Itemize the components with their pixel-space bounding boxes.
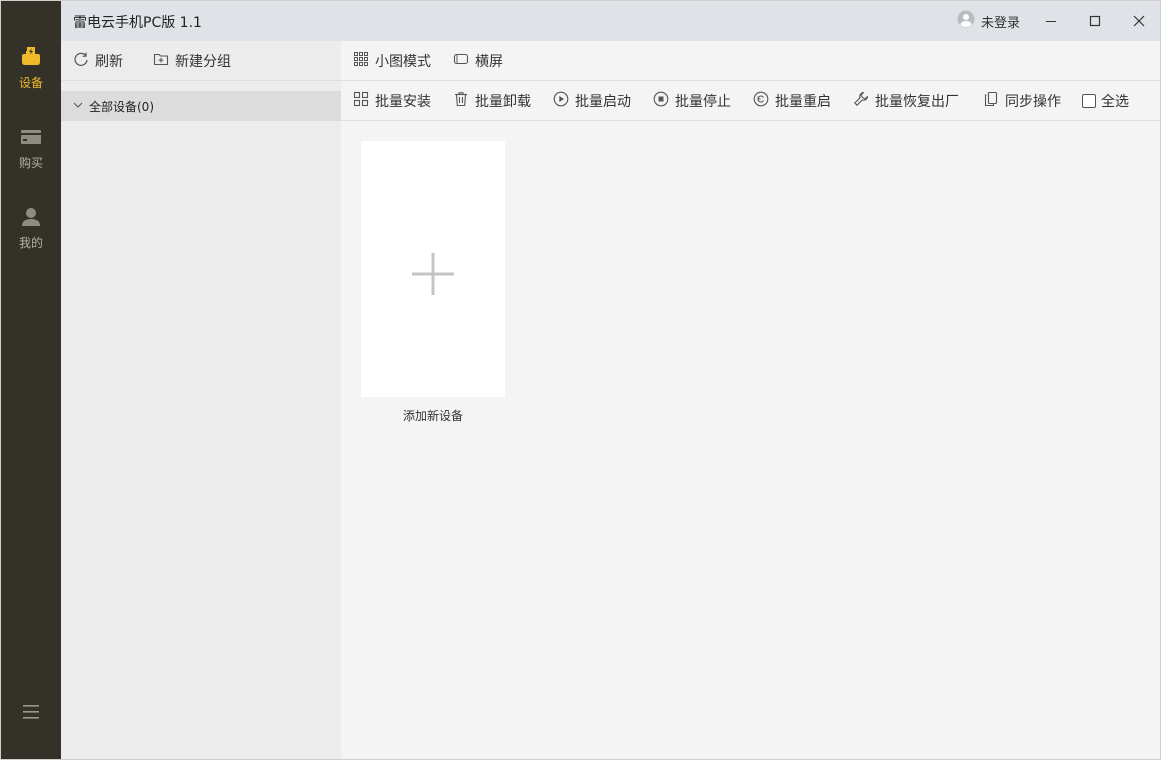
restart-icon [753, 91, 769, 111]
landscape-icon [453, 51, 469, 71]
batch-toolbar: 批量安装 批量卸载 批量启动 批量停止 批量重启 批量恢复出厂 同步操作 全选 [341, 81, 1160, 121]
main-area: 小图模式 横屏 批量安装 批量卸载 批量启动 批量停止 批量重启 批量恢复出厂 … [341, 41, 1160, 759]
chevron-down-icon [73, 99, 83, 114]
wrench-icon [853, 91, 869, 111]
stop-icon [653, 91, 669, 111]
avatar-icon [957, 10, 975, 32]
app-window: 设备 购买 我的 雷电云手机PC版 1.1 未登录 刷新 新建分组 全部设备(0… [0, 0, 1161, 760]
group-item-all-devices[interactable]: 全部设备(0) [61, 91, 341, 121]
sync-icon [983, 91, 999, 111]
add-device-card[interactable] [361, 141, 505, 397]
refresh-icon [73, 51, 89, 71]
batch-install-label: 批量安装 [375, 94, 431, 110]
menu-icon[interactable] [19, 701, 43, 723]
new-folder-icon [153, 51, 169, 71]
batch-start-label: 批量启动 [575, 94, 631, 110]
left-rail: 设备 购买 我的 [1, 1, 61, 759]
add-device-label: 添加新设备 [402, 409, 463, 423]
batch-uninstall-label: 批量卸载 [475, 94, 531, 110]
card-icon [19, 125, 43, 149]
batch-factory-reset-label: 批量恢复出厂 [875, 94, 959, 110]
play-icon [553, 91, 569, 111]
small-mode-label: 小图模式 [375, 54, 431, 70]
refresh-button[interactable]: 刷新 [73, 41, 123, 81]
rail-item-label: 购买 [18, 156, 43, 170]
app-title: 雷电云手机PC版 1.1 [73, 15, 202, 31]
landscape-button[interactable]: 横屏 [453, 41, 503, 81]
rail-item-mine[interactable]: 我的 [1, 205, 61, 265]
group-label: 全部设备(0) [89, 99, 154, 114]
sync-operation-label: 同步操作 [1005, 94, 1061, 110]
rail-item-label: 我的 [18, 236, 43, 250]
batch-stop-button[interactable]: 批量停止 [653, 81, 731, 121]
maximize-icon[interactable] [1081, 7, 1109, 35]
trash-icon [453, 91, 469, 111]
rail-item-buy[interactable]: 购买 [1, 125, 61, 185]
refresh-label: 刷新 [95, 54, 123, 70]
batch-start-button[interactable]: 批量启动 [553, 81, 631, 121]
select-all-checkbox[interactable]: 全选 [1082, 81, 1129, 121]
minimize-icon[interactable] [1037, 7, 1065, 35]
rail-item-label: 设备 [18, 76, 43, 90]
title-bar: 雷电云手机PC版 1.1 未登录 [61, 1, 1160, 41]
batch-uninstall-button[interactable]: 批量卸载 [453, 81, 531, 121]
small-mode-button[interactable]: 小图模式 [353, 41, 431, 81]
batch-stop-label: 批量停止 [675, 94, 731, 110]
batch-restart-label: 批量重启 [775, 94, 831, 110]
plus-icon [412, 253, 454, 299]
checkbox[interactable] [1082, 94, 1096, 108]
device-icon [19, 45, 43, 69]
landscape-label: 横屏 [475, 54, 503, 70]
batch-restart-button[interactable]: 批量重启 [753, 81, 831, 121]
login-label: 未登录 [981, 15, 1021, 31]
user-icon [19, 205, 43, 229]
login-button[interactable]: 未登录 [957, 10, 1021, 32]
apps-icon [353, 91, 369, 111]
batch-install-button[interactable]: 批量安装 [353, 81, 431, 121]
rail-item-device[interactable]: 设备 [1, 45, 61, 105]
group-panel: 刷新 新建分组 全部设备(0) [61, 41, 341, 759]
batch-factory-reset-button[interactable]: 批量恢复出厂 [853, 81, 959, 121]
group-toolbar: 刷新 新建分组 [61, 41, 341, 81]
close-icon[interactable] [1125, 7, 1153, 35]
sync-operation-button[interactable]: 同步操作 [983, 81, 1061, 121]
view-toolbar: 小图模式 横屏 [341, 41, 1160, 81]
new-group-label: 新建分组 [175, 54, 231, 70]
select-all-label: 全选 [1101, 94, 1129, 110]
grid-icon [353, 51, 369, 71]
new-group-button[interactable]: 新建分组 [153, 41, 231, 81]
